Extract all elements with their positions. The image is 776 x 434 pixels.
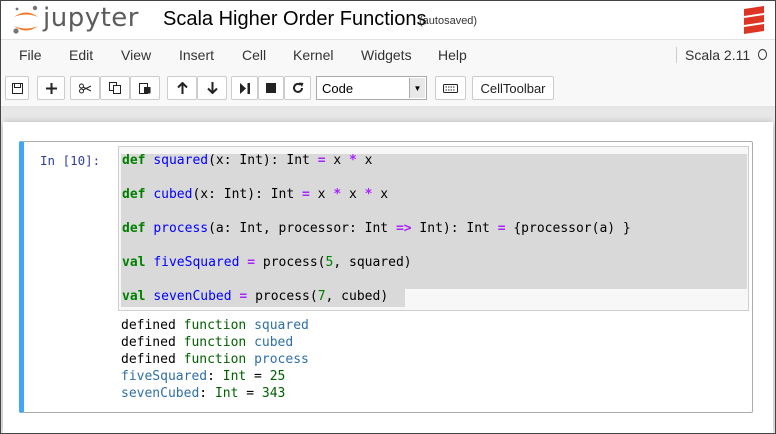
menu-help[interactable]: Help — [438, 47, 467, 63]
header: jupyter Scala Higher Order Functions (au… — [1, 1, 775, 39]
menu-insert[interactable]: Insert — [179, 47, 214, 63]
menu-view[interactable]: View — [121, 47, 151, 63]
jupyter-window: jupyter Scala Higher Order Functions (au… — [0, 0, 776, 434]
copy-icon — [109, 82, 121, 94]
code-cell[interactable]: In [10]: def squared(x: Int): Int = x * … — [19, 141, 753, 413]
paste-button[interactable] — [130, 76, 160, 100]
menu-file[interactable]: File — [19, 47, 42, 63]
menu-edit[interactable]: Edit — [69, 47, 93, 63]
command-palette-button[interactable] — [435, 76, 466, 100]
code-line: val sevenCubed = process(7, cubed) — [122, 289, 389, 304]
interrupt-button[interactable] — [258, 76, 284, 100]
cell-type-select[interactable]: Code ▼ — [316, 76, 427, 100]
kernel-name: Scala 2.11 — [676, 47, 750, 63]
output-line: defined function squared — [121, 318, 309, 333]
code-line: val fiveSquared = process(5, squared) — [122, 255, 412, 270]
autosave-status: (autosaved) — [419, 15, 478, 27]
input-prompt: In [10]: — [40, 153, 101, 168]
run-cell-button[interactable] — [231, 76, 258, 100]
code-line: def squared(x: Int): Int = x * x — [122, 153, 373, 168]
move-down-button[interactable] — [197, 76, 227, 100]
toolbar-shadow — [1, 106, 775, 122]
code-line: def process(a: Int, processor: Int => In… — [122, 221, 631, 236]
jupyter-logo-icon — [13, 5, 38, 34]
output-line: defined function cubed — [121, 335, 294, 350]
logo-text: jupyter — [43, 3, 139, 33]
run-icon — [239, 82, 250, 94]
scala-logo-icon — [744, 6, 764, 34]
menu-kernel[interactable]: Kernel — [293, 47, 333, 63]
save-icon — [11, 82, 23, 94]
insert-cell-button[interactable] — [37, 76, 65, 100]
output-line: fiveSquared: Int = 25 — [121, 369, 286, 384]
notebook-title[interactable]: Scala Higher Order Functions — [163, 8, 426, 31]
paste-icon — [139, 83, 151, 94]
move-down-icon — [206, 82, 218, 94]
output-line: defined function process — [121, 352, 309, 367]
move-up-icon — [176, 82, 188, 94]
stop-icon — [266, 83, 276, 93]
menu-bar: File Edit View Insert Cell Kernel Widget… — [1, 39, 775, 73]
toolbar: Code ▼ CellToolbar — [1, 72, 775, 106]
add-icon — [45, 82, 57, 94]
keyboard-icon — [443, 83, 458, 93]
menu-cell[interactable]: Cell — [242, 47, 266, 63]
move-up-button[interactable] — [167, 76, 197, 100]
code-editor[interactable]: def squared(x: Int): Int = x * x def cub… — [118, 146, 749, 311]
restart-button[interactable] — [284, 76, 311, 100]
copy-button[interactable] — [100, 76, 130, 100]
jupyter-logo[interactable]: jupyter — [11, 3, 146, 38]
notebook-page: In [10]: def squared(x: Int): Int = x * … — [3, 122, 773, 433]
kernel-status-icon — [758, 49, 767, 60]
cut-button[interactable] — [70, 76, 100, 100]
save-button[interactable] — [5, 76, 29, 100]
cut-icon — [78, 83, 91, 93]
chevron-down-icon: ▼ — [409, 78, 425, 98]
restart-icon — [292, 82, 303, 93]
cell-type-value: Code — [322, 81, 354, 96]
menu-widgets[interactable]: Widgets — [361, 47, 412, 63]
code-line: def cubed(x: Int): Int = x * x * x — [122, 187, 389, 202]
output-line: sevenCubed: Int = 343 — [121, 386, 286, 401]
cell-toolbar-button[interactable]: CellToolbar — [472, 76, 554, 100]
